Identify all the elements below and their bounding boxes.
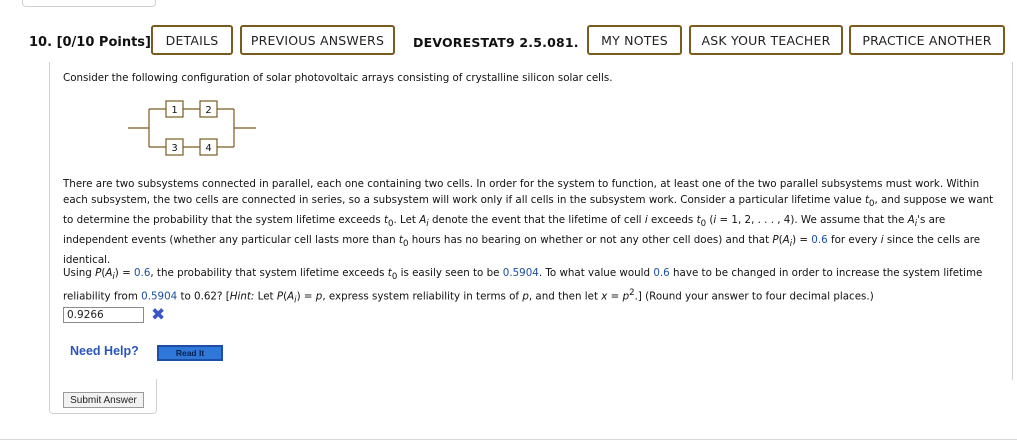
practice-another-button[interactable]: PRACTICE ANOTHER [849, 25, 1005, 55]
ask-your-teacher-button[interactable]: ASK YOUR TEACHER [689, 25, 843, 55]
bottom-divider [0, 439, 1017, 440]
submit-answer-button[interactable]: Submit Answer [63, 392, 144, 408]
cell-2-label: 2 [205, 105, 211, 116]
question-number: 10. [0/10 Points] [29, 35, 151, 50]
solar-array-diagram: 1 2 3 4 [128, 100, 256, 156]
incorrect-x-icon: ✖ [151, 305, 166, 325]
question-header: 10. [0/10 Points] DETAILS PREVIOUS ANSWE… [0, 23, 1017, 63]
problem-question: Using P(Ai) = 0.6, the probability that … [63, 267, 983, 306]
points-label: [0/10 Points] [56, 35, 151, 50]
question-intro: Consider the following configuration of … [63, 72, 613, 84]
my-notes-button[interactable]: MY NOTES [587, 25, 682, 55]
details-button[interactable]: DETAILS [151, 25, 233, 55]
cell-4-label: 4 [205, 143, 211, 154]
problem-description: There are two subsystems connected in pa… [63, 178, 994, 267]
problem-code: DEVORESTAT9 2.5.081. [413, 35, 579, 50]
previous-question-tab-edge [22, 0, 156, 7]
answer-input[interactable]: 0.9266 [63, 307, 144, 323]
read-it-button[interactable]: Read It [157, 345, 223, 361]
cell-3-label: 3 [171, 143, 177, 154]
cell-1-label: 1 [171, 105, 177, 116]
previous-answers-button[interactable]: PREVIOUS ANSWERS [240, 25, 395, 55]
need-help-label: Need Help? [70, 344, 139, 358]
